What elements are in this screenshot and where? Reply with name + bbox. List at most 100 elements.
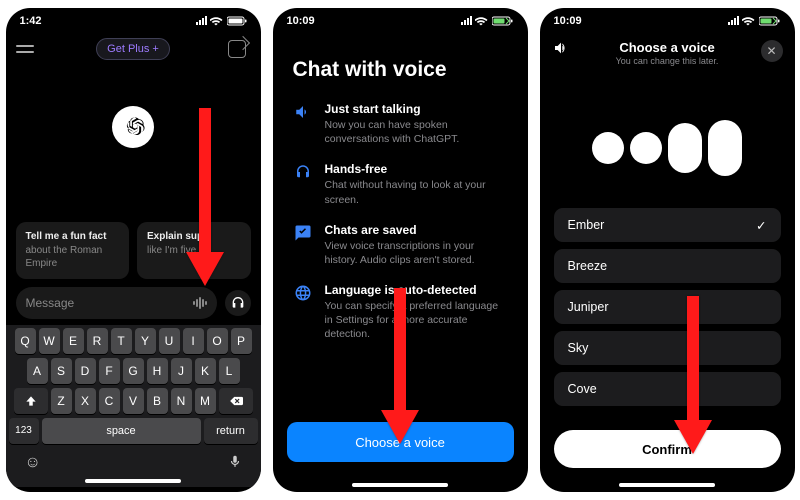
headphones-icon [230,295,246,311]
suggestion-chip[interactable]: Tell me a fun fact about the Roman Empir… [16,222,130,279]
openai-icon [120,114,146,140]
voice-list: Ember ✓ Breeze Juniper Sky Cove [540,208,795,406]
letter-key[interactable]: G [123,358,144,384]
letter-key[interactable]: D [75,358,96,384]
letter-key[interactable]: V [123,388,144,414]
chip-subtitle: about the Roman Empire [26,244,120,271]
letter-key[interactable]: M [195,388,216,414]
headphones-button[interactable] [225,290,251,316]
message-input[interactable]: Message [16,287,217,319]
modal-header: Choose a voice You can change this later… [540,34,795,62]
choose-voice-button[interactable]: Choose a voice [287,422,514,462]
status-bar: 1:42 [6,8,261,34]
screen-voice-intro: 10:09 Chat with voice Just start talking… [273,8,528,492]
chatgpt-logo [112,106,154,148]
page-title: Chat with voice [293,58,508,82]
letter-key[interactable]: R [87,328,108,354]
letter-key[interactable]: B [147,388,168,414]
numeric-key[interactable]: 123 [9,418,39,444]
suggestion-chip[interactable]: Explain supe like I'm five ye [137,222,251,279]
suggestion-chips: Tell me a fun fact about the Roman Empir… [6,222,261,279]
globe-icon [293,283,313,342]
return-key[interactable]: return [204,418,258,444]
feature-item: Hands-free Chat without having to look at… [293,162,508,206]
status-indicators [727,16,781,26]
feature-title: Just start talking [325,102,508,116]
voice-option[interactable]: Sky [554,331,781,365]
menu-icon[interactable] [16,38,38,60]
space-key[interactable]: space [42,418,201,444]
voice-option[interactable]: Cove [554,372,781,406]
letter-key[interactable]: Y [135,328,156,354]
chat-check-icon [293,223,313,267]
voice-name: Breeze [568,259,608,273]
feature-title: Hands-free [325,162,508,176]
letter-key[interactable]: C [99,388,120,414]
voice-name: Ember [568,218,605,232]
headphones-icon [293,162,313,206]
letter-key[interactable]: K [195,358,216,384]
feature-subtitle: Now you can have spoken conversations wi… [325,118,508,146]
message-row: Message [6,279,261,325]
letter-key[interactable]: I [183,328,204,354]
voice-name: Cove [568,382,597,396]
letter-key[interactable]: S [51,358,72,384]
emoji-key[interactable]: ☺ [25,454,41,472]
letter-key[interactable]: Q [15,328,36,354]
confirm-button[interactable]: Confirm [554,430,781,468]
status-time: 10:09 [554,15,582,27]
page-subtitle: You can change this later. [540,56,795,66]
feature-item: Just start talking Now you can have spoke… [293,102,508,146]
feature-subtitle: Chat without having to look at your scre… [325,178,508,206]
chip-subtitle: like I'm five ye [147,244,241,258]
letter-key[interactable]: F [99,358,120,384]
keyboard: QWERTYUIOP ASDFGHJKL ZXCVBNM 123 space r… [6,325,261,487]
waveform-icon [193,297,207,309]
voice-option[interactable]: Juniper [554,290,781,324]
status-time: 1:42 [20,15,42,27]
screen-choose-voice: 10:09 Choose a voice You can change this… [540,8,795,492]
backspace-key[interactable] [219,388,253,414]
feature-subtitle: View voice transcriptions in your histor… [325,239,508,267]
letter-key[interactable]: Z [51,388,72,414]
voice-name: Juniper [568,300,609,314]
status-bar: 10:09 [273,8,528,34]
feature-title: Language is auto-detected [325,283,508,297]
app-header: Get Plus + [6,34,261,68]
voice-option[interactable]: Breeze [554,249,781,283]
letter-key[interactable]: P [231,328,252,354]
feature-item: Chats are saved View voice transcriptions… [293,223,508,267]
get-plus-button[interactable]: Get Plus + [96,38,170,60]
feature-item: Language is auto-detectedYou can specify… [293,283,508,342]
letter-key[interactable]: A [27,358,48,384]
feature-title: Chats are saved [325,223,508,237]
checkmark-icon: ✓ [756,218,766,233]
speaker-icon [293,102,313,146]
voice-name: Sky [568,341,589,355]
page-title: Choose a voice [540,40,795,55]
chip-title: Explain supe [147,230,241,244]
voice-option[interactable]: Ember ✓ [554,208,781,242]
status-time: 10:09 [287,15,315,27]
compose-icon[interactable] [228,38,250,60]
letter-key[interactable]: E [63,328,84,354]
letter-key[interactable]: T [111,328,132,354]
letter-key[interactable]: J [171,358,192,384]
shift-key[interactable] [14,388,48,414]
letter-key[interactable]: O [207,328,228,354]
dictation-key[interactable] [228,452,242,475]
home-indicator[interactable] [85,479,181,483]
voice-visualizer [540,116,795,180]
letter-key[interactable]: N [171,388,192,414]
letter-key[interactable]: U [159,328,180,354]
letter-key[interactable]: L [219,358,240,384]
letter-key[interactable]: W [39,328,60,354]
letter-key[interactable]: X [75,388,96,414]
status-bar: 10:09 [540,8,795,34]
status-indicators [460,16,514,26]
letter-key[interactable]: H [147,358,168,384]
message-placeholder: Message [26,296,75,310]
status-indicators [195,16,247,26]
home-indicator[interactable] [352,483,448,487]
home-indicator[interactable] [619,483,715,487]
